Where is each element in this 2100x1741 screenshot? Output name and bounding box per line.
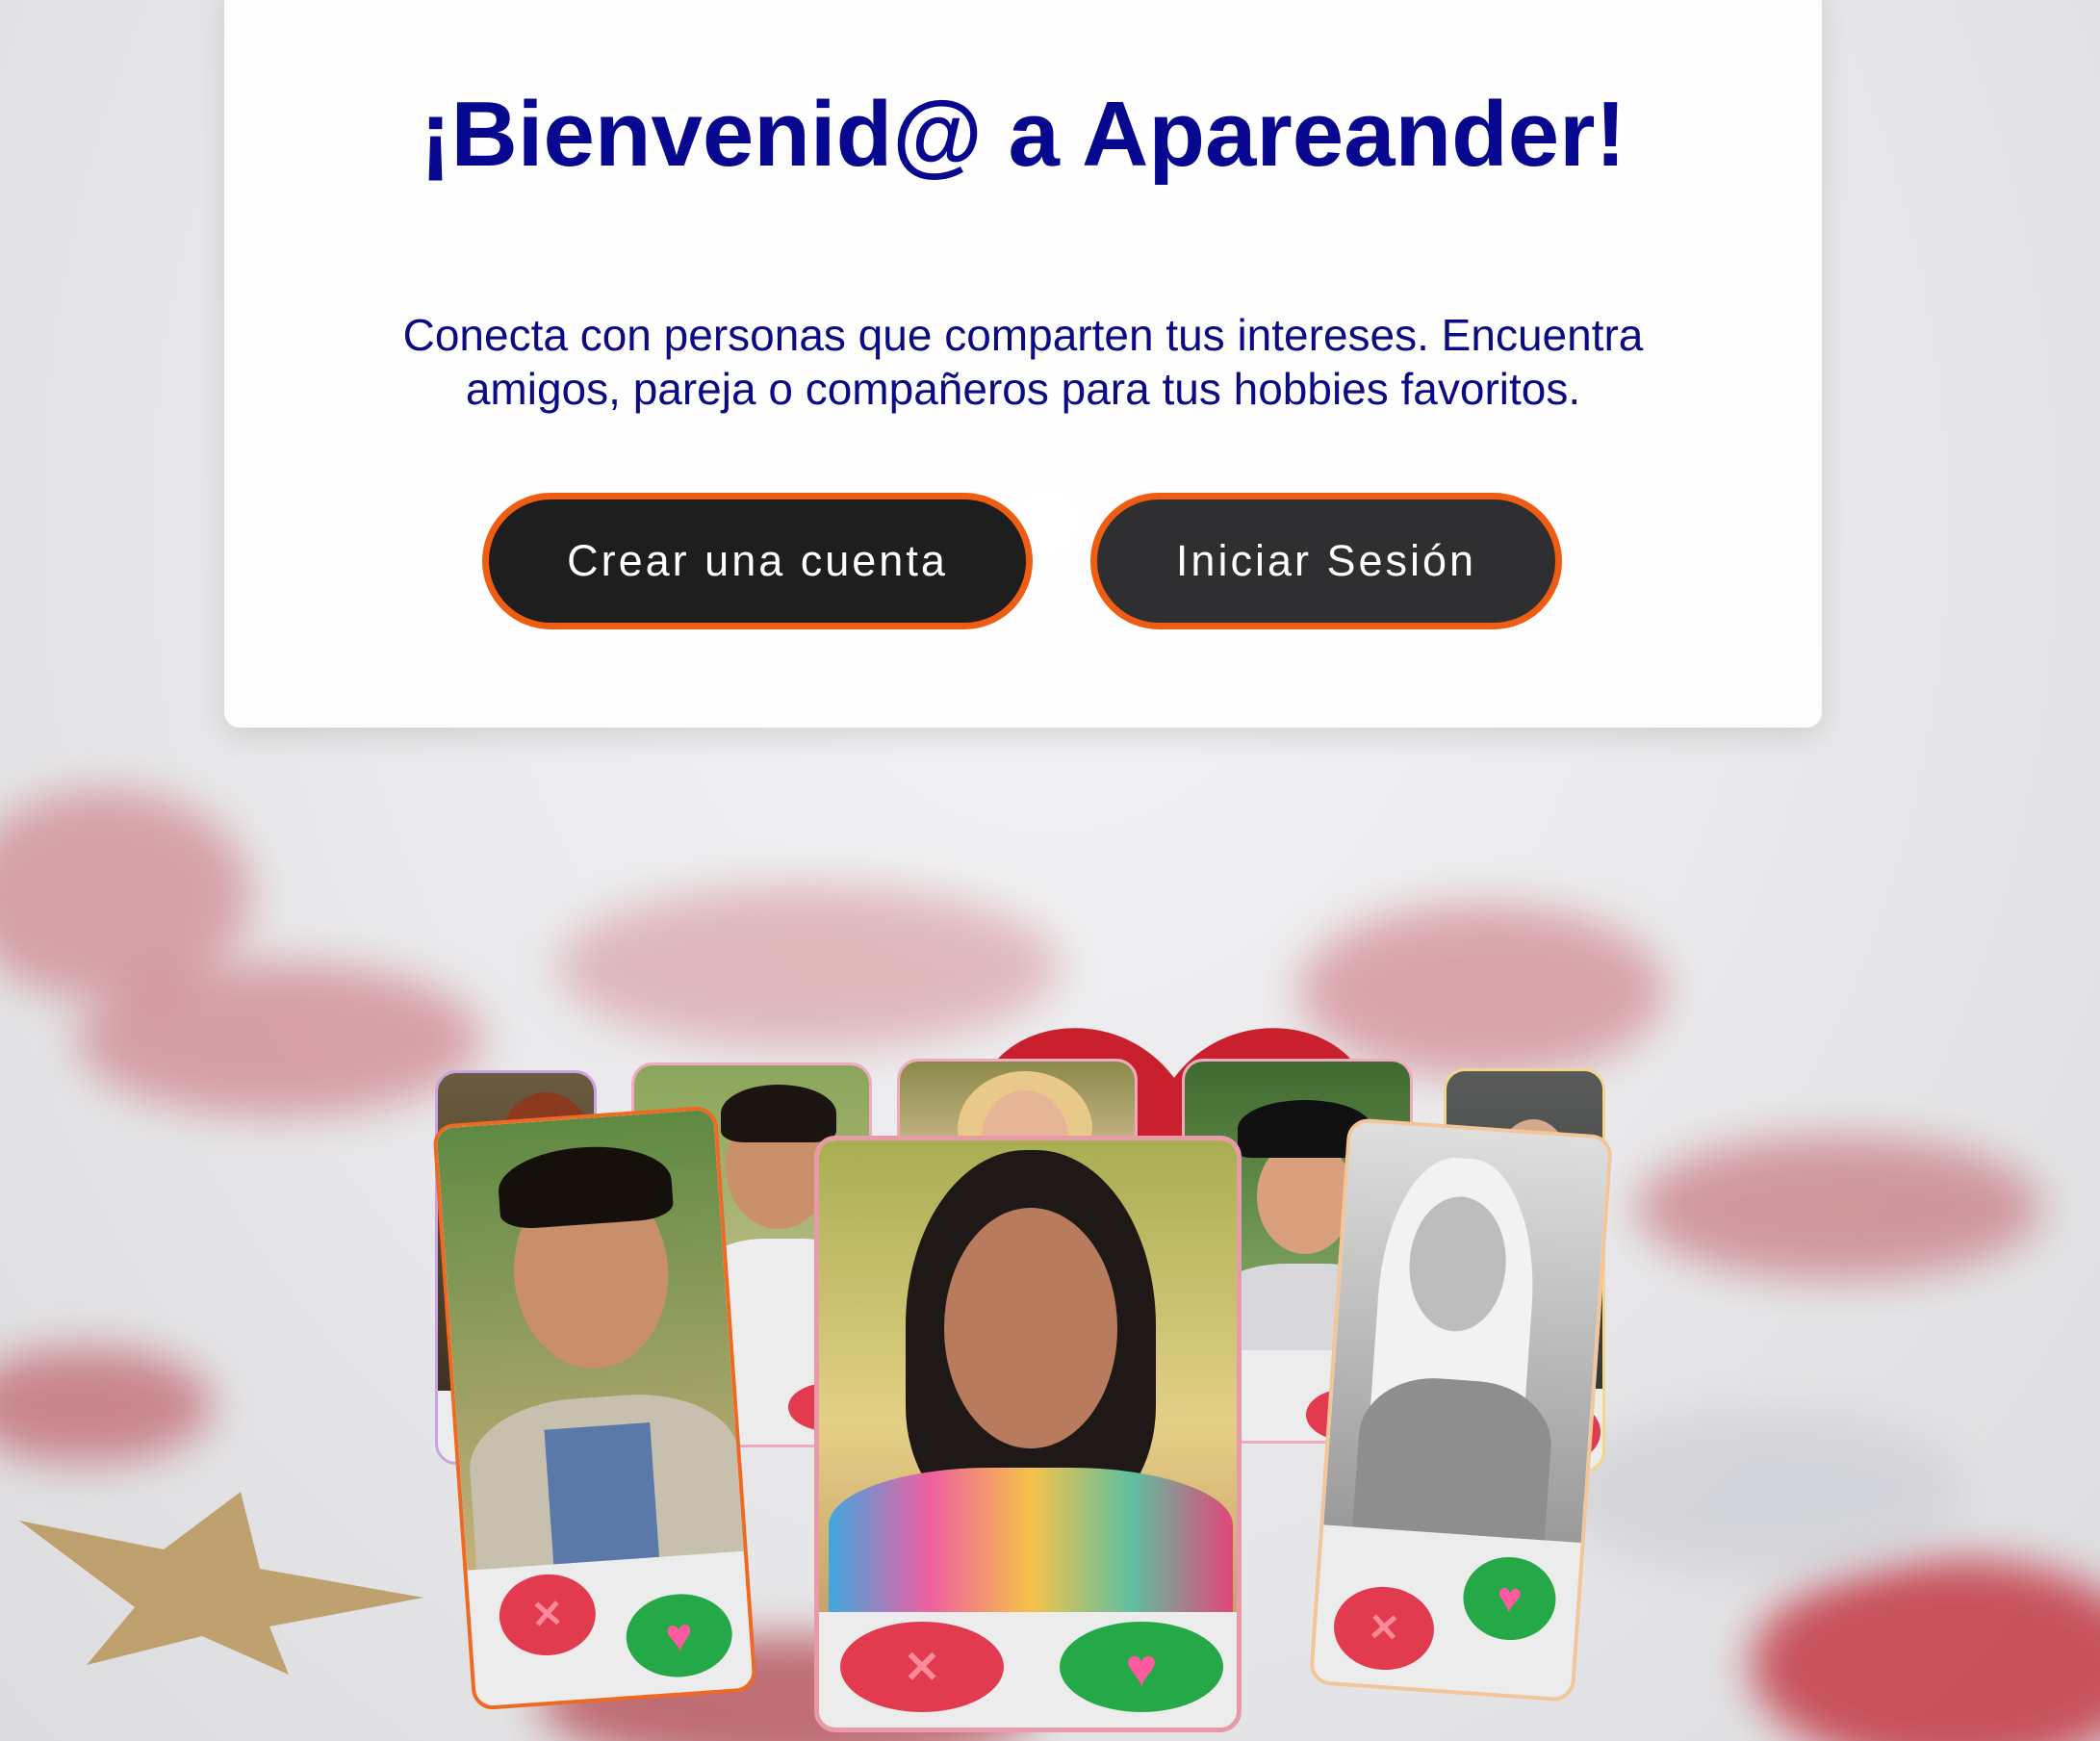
bokeh-heart	[0, 1347, 212, 1463]
reject-icon: ✕	[497, 1571, 599, 1659]
like-icon: ♥	[623, 1590, 735, 1681]
profile-cards-illustration: ✕ ✕ ✕ ♥ ✕ ♥ ✕	[404, 1001, 1675, 1741]
page-subtitle: Conecta con personas que comparten tus i…	[402, 310, 1644, 414]
like-icon: ♥	[1460, 1553, 1559, 1644]
page-title: ¡Bienvenid@ a Apareander!	[420, 83, 1626, 186]
like-icon: ♥	[1060, 1622, 1223, 1712]
profile-card: ✕ ♥	[432, 1105, 757, 1711]
bokeh-heart	[1636, 1136, 2040, 1280]
login-button[interactable]: Iniciar Sesión	[1090, 493, 1562, 629]
welcome-card: ¡Bienvenid@ a Apareander! Conecta con pe…	[224, 0, 1822, 728]
reject-icon: ✕	[1331, 1583, 1437, 1674]
star-decoration	[19, 1492, 423, 1675]
reject-icon: ✕	[840, 1622, 1004, 1712]
create-account-button[interactable]: Crear una cuenta	[482, 493, 1033, 629]
profile-card-featured: ✕ ♥	[814, 1136, 1242, 1732]
profile-card: ✕ ♥	[1308, 1117, 1614, 1703]
bokeh-heart	[1752, 1559, 2100, 1741]
